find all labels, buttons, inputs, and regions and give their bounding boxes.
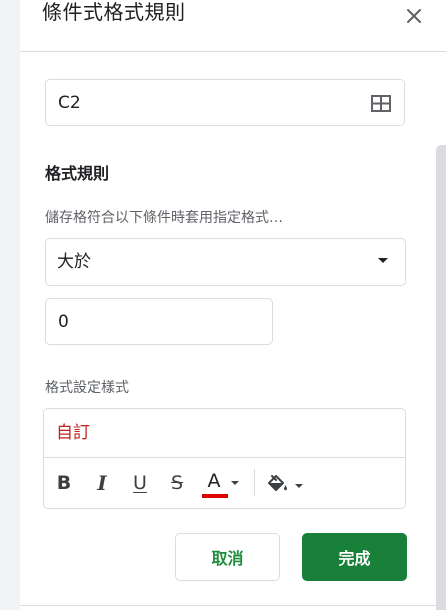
close-button[interactable] (400, 2, 428, 30)
range-value: C2 (58, 93, 81, 113)
text-color-icon: A (207, 470, 221, 492)
format-rules-heading: 格式規則 (45, 164, 110, 183)
condition-dropdown[interactable]: 大於 (45, 238, 406, 286)
text-color-swatch (202, 494, 228, 498)
chevron-down-icon (295, 484, 303, 488)
condition-selected-value: 大於 (57, 252, 91, 272)
formatting-style-label: 格式設定樣式 (45, 380, 129, 396)
spreadsheet-edge (0, 0, 20, 610)
condition-label: 儲存格符合以下條件時套用指定格式… (45, 210, 283, 226)
style-divider (44, 457, 405, 458)
cancel-button[interactable]: 取消 (175, 533, 280, 581)
italic-button[interactable]: I (91, 468, 113, 498)
condition-value-input[interactable]: 0 (45, 298, 273, 345)
range-input[interactable]: C2 (45, 79, 405, 126)
text-color-button[interactable]: A (201, 468, 245, 498)
strikethrough-button[interactable]: S (166, 468, 188, 498)
bold-button[interactable]: B (53, 468, 75, 498)
underline-button[interactable]: U (129, 468, 151, 498)
chevron-down-icon (378, 258, 388, 263)
formatting-style-box: 自訂 B I U S A (43, 408, 406, 509)
condition-value: 0 (58, 312, 69, 332)
panel-title: 條件式格式規則 (42, 0, 186, 24)
done-button[interactable]: 完成 (302, 533, 407, 581)
fill-color-button[interactable] (265, 468, 309, 498)
grid-icon[interactable] (371, 95, 391, 112)
header-divider (20, 51, 446, 52)
close-icon (407, 9, 421, 23)
paint-bucket-icon (268, 475, 287, 491)
style-preview[interactable]: 自訂 (56, 422, 90, 444)
conditional-format-panel: 條件式格式規則 C2 格式規則 儲存格符合以下條件時套用指定格式… 大於 0 格… (0, 0, 446, 610)
scrollbar-thumb[interactable] (436, 145, 446, 610)
bottom-divider (20, 605, 436, 606)
toolbar-divider (254, 469, 255, 496)
chevron-down-icon (231, 481, 239, 485)
